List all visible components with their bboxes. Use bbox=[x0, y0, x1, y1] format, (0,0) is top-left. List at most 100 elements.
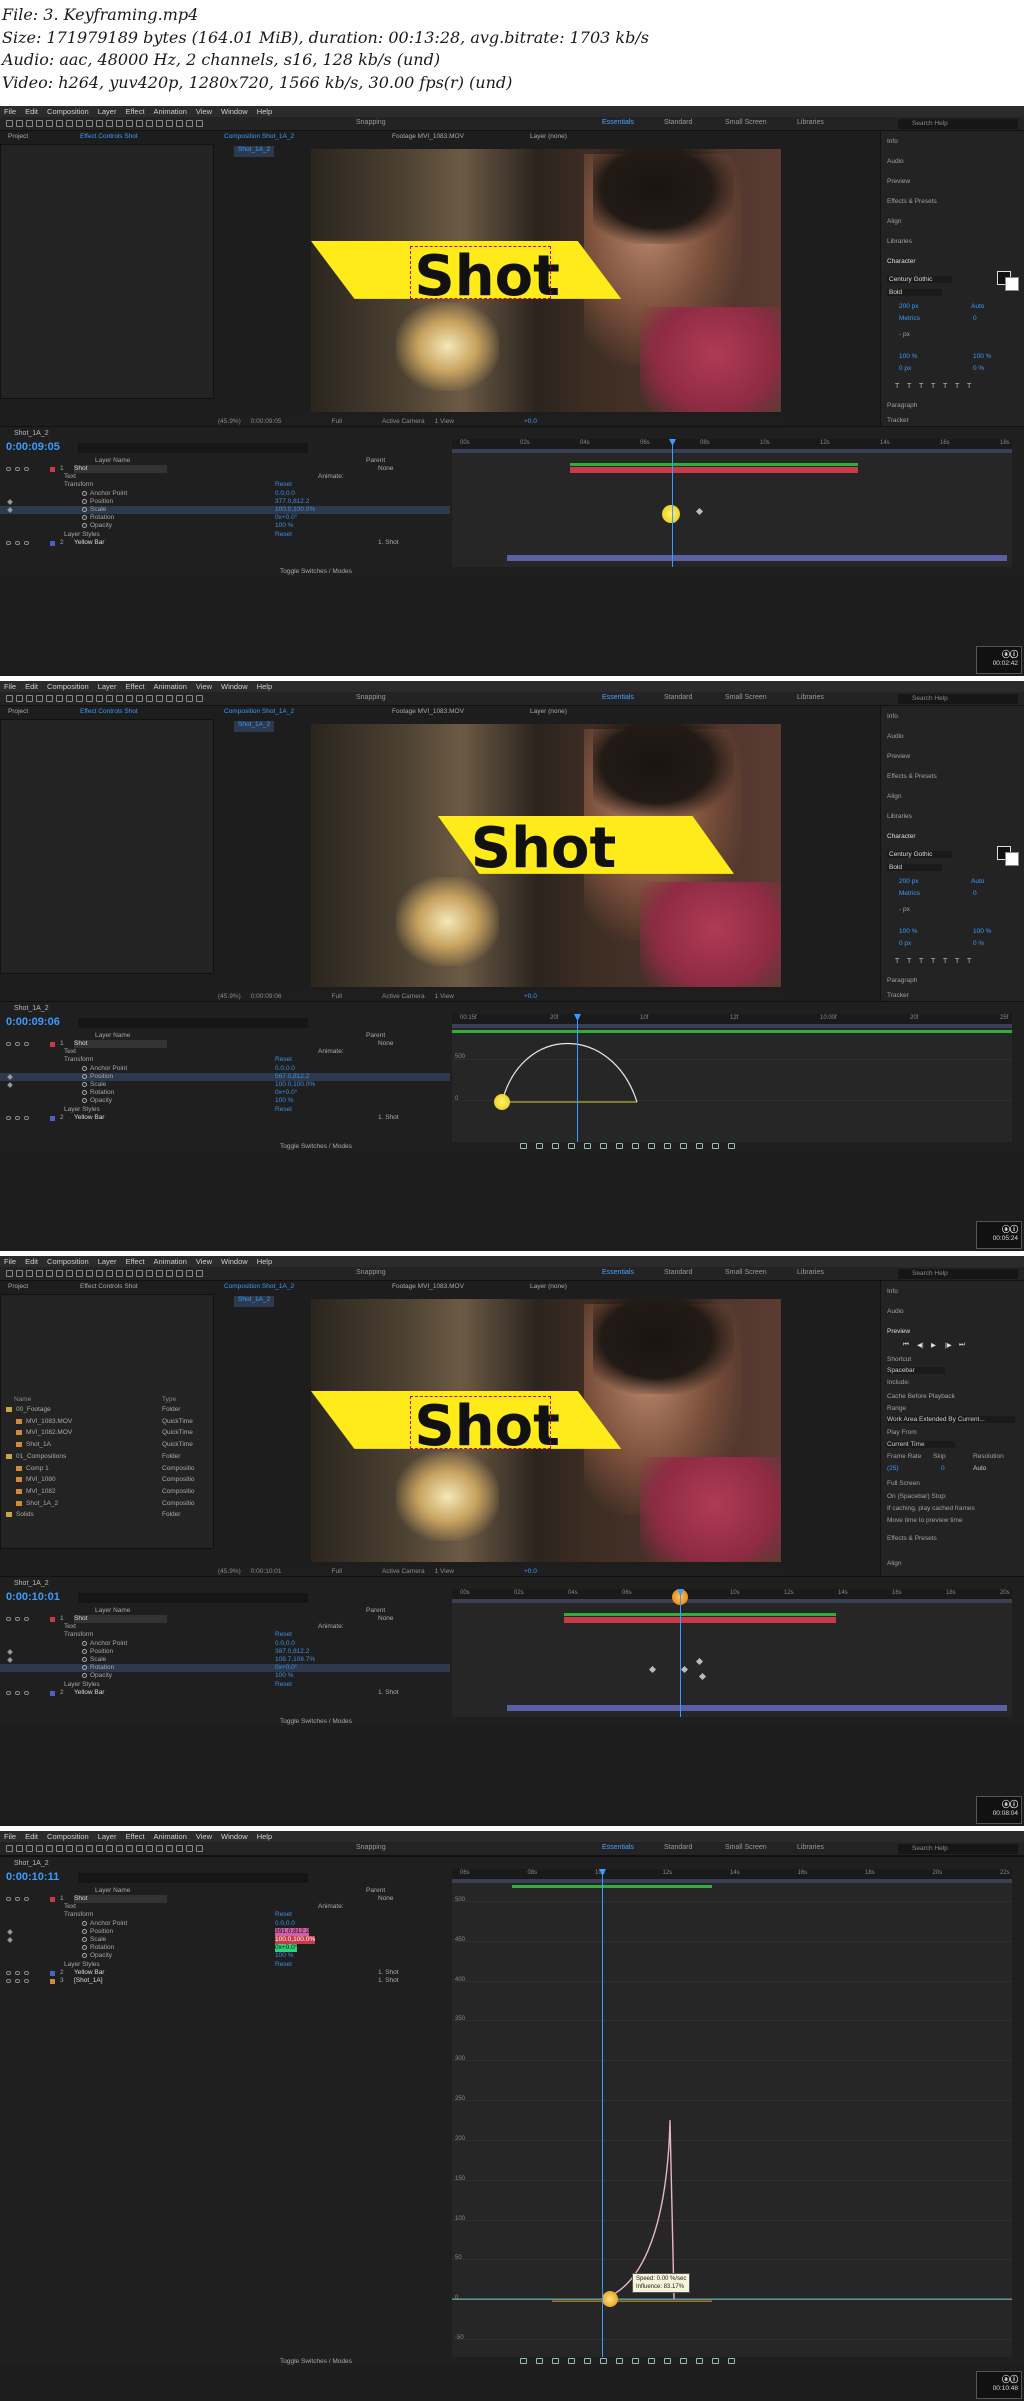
workspace-standard[interactable]: Standard bbox=[664, 119, 692, 126]
layer-label-color[interactable] bbox=[50, 1042, 55, 1047]
property-name[interactable]: Opacity bbox=[90, 1097, 112, 1105]
tool-icon[interactable] bbox=[196, 1270, 203, 1277]
tab-footage[interactable]: Footage MVI_1083.MOV bbox=[392, 708, 464, 719]
keyframe-nav-icon[interactable] bbox=[7, 1648, 13, 1655]
tool-icon[interactable] bbox=[126, 1845, 133, 1852]
menu-item[interactable]: File bbox=[4, 682, 16, 691]
tool-icon[interactable] bbox=[166, 120, 173, 127]
property-value[interactable]: 100 % bbox=[275, 1097, 293, 1105]
toggle-switches-modes[interactable]: Toggle Switches / Modes bbox=[280, 1143, 352, 1150]
tool-icon[interactable] bbox=[66, 1845, 73, 1852]
project-item-name[interactable]: Comp 1 bbox=[26, 1465, 49, 1472]
menu-item[interactable]: Composition bbox=[47, 682, 89, 691]
menu-item[interactable]: Animation bbox=[154, 1257, 187, 1266]
timeline-track-area[interactable]: 00s 02s 04s 06s 08s 10s 12s 14s 16s 18s bbox=[452, 439, 1012, 567]
preview-range-val[interactable]: Work Area Extended By Current... bbox=[887, 1416, 1015, 1423]
layer-bar-shot-green[interactable] bbox=[512, 1885, 712, 1888]
property-name[interactable]: Transform bbox=[64, 481, 93, 489]
graph-tool-icon[interactable] bbox=[568, 1143, 575, 1149]
tool-icon[interactable] bbox=[176, 695, 183, 702]
preview-if-caching[interactable]: If caching, play cached frames bbox=[887, 1505, 975, 1512]
audio-icon[interactable] bbox=[15, 1970, 20, 1975]
panel-item[interactable]: Align bbox=[887, 793, 901, 800]
tool-icon[interactable] bbox=[56, 695, 63, 702]
layer-label-color[interactable] bbox=[50, 1897, 55, 1902]
property-row[interactable]: Position 387.0,812.2 bbox=[0, 1648, 450, 1656]
layer-bar-yellow-bar[interactable] bbox=[507, 555, 1007, 561]
menu-item[interactable]: Composition bbox=[47, 1832, 89, 1841]
graph-tool-icon[interactable] bbox=[712, 2358, 719, 2364]
text-style-button[interactable]: T bbox=[943, 383, 947, 390]
property-name[interactable]: Scale bbox=[90, 1936, 106, 1944]
tool-icon[interactable] bbox=[66, 120, 73, 127]
snapping-toggle[interactable]: Snapping bbox=[356, 1269, 386, 1276]
stopwatch-icon[interactable] bbox=[82, 498, 87, 504]
paragraph-panel-title[interactable]: Paragraph bbox=[887, 977, 917, 984]
zoom-dropdown[interactable]: (45.9%) bbox=[218, 1568, 241, 1575]
time-ruler[interactable]: 00s02s04s06s08s10s12s14s16s18s20s bbox=[452, 1589, 1012, 1599]
panel-item[interactable]: Preview bbox=[887, 753, 910, 760]
eye-icon[interactable] bbox=[6, 1042, 11, 1046]
property-name[interactable]: Position bbox=[90, 498, 113, 506]
layer-name[interactable]: Shot bbox=[74, 1040, 168, 1048]
property-row[interactable]: Transform Reset bbox=[0, 1911, 450, 1919]
preview-effects[interactable]: Effects & Presets bbox=[887, 1535, 937, 1542]
stopwatch-icon[interactable] bbox=[82, 1945, 87, 1951]
tool-icon[interactable] bbox=[186, 120, 193, 127]
property-value[interactable]: Reset bbox=[275, 1631, 292, 1639]
parent-dropdown[interactable]: None bbox=[378, 1615, 394, 1623]
keyframe-nav-icon[interactable] bbox=[7, 1082, 13, 1088]
menu-item[interactable]: Animation bbox=[154, 107, 187, 116]
stroke-width-field[interactable]: - px bbox=[899, 906, 910, 913]
text-style-button[interactable]: T bbox=[919, 383, 923, 390]
audio-icon[interactable] bbox=[15, 1617, 20, 1621]
solo-icon[interactable] bbox=[24, 1042, 29, 1046]
tool-icon[interactable] bbox=[46, 1845, 53, 1852]
text-style-button[interactable]: T bbox=[943, 958, 947, 965]
property-name[interactable]: Rotation bbox=[90, 1944, 114, 1952]
leading-field[interactable]: Auto bbox=[971, 303, 984, 310]
tool-icon[interactable] bbox=[86, 1845, 93, 1852]
layer-name[interactable]: Shot bbox=[74, 1615, 168, 1623]
property-value[interactable]: Reset bbox=[275, 1961, 292, 1969]
timeline-timecode[interactable]: 0:00:10:11 bbox=[6, 1871, 59, 1883]
graph-tool-icon[interactable] bbox=[648, 1143, 655, 1149]
layer-label-color[interactable] bbox=[50, 1690, 55, 1696]
tool-icon[interactable] bbox=[126, 120, 133, 127]
property-name[interactable]: Scale bbox=[90, 506, 106, 514]
graph-tool-icon[interactable] bbox=[568, 2358, 575, 2364]
eye-icon[interactable] bbox=[6, 467, 11, 471]
tool-icon[interactable] bbox=[186, 695, 193, 702]
layer-bar-shot[interactable] bbox=[570, 467, 858, 473]
tool-icon[interactable] bbox=[6, 1845, 13, 1852]
work-area-bar[interactable] bbox=[452, 449, 1012, 453]
playhead[interactable] bbox=[602, 1869, 603, 2357]
parent-dropdown[interactable]: None bbox=[378, 465, 394, 473]
menu-item[interactable]: Layer bbox=[98, 1257, 117, 1266]
menu-item[interactable]: Edit bbox=[25, 1832, 38, 1841]
audio-panel-item[interactable]: Audio bbox=[887, 1308, 904, 1315]
comp-chip[interactable]: Shot_1A_2 bbox=[234, 1296, 275, 1307]
graph-tool-icon[interactable] bbox=[616, 2358, 623, 2364]
workspace-essentials[interactable]: Essentials bbox=[602, 694, 634, 701]
composition-viewer[interactable]: Shot bbox=[311, 1299, 781, 1562]
text-style-button[interactable]: T bbox=[955, 383, 959, 390]
menu-item[interactable]: Window bbox=[221, 1257, 248, 1266]
project-item-name[interactable]: 00_Footage bbox=[16, 1406, 51, 1413]
graph-tool-icon[interactable] bbox=[680, 1143, 687, 1149]
panel-item[interactable]: Libraries bbox=[887, 813, 912, 820]
tool-icon[interactable] bbox=[146, 695, 153, 702]
layer-bar-shot[interactable] bbox=[564, 1617, 836, 1623]
stopwatch-icon[interactable] bbox=[82, 1648, 87, 1654]
tool-icon[interactable] bbox=[156, 695, 163, 702]
graph-tool-icon[interactable] bbox=[520, 1143, 527, 1149]
resolution-value[interactable]: Auto bbox=[973, 1465, 986, 1472]
property-row[interactable]: Transform Reset bbox=[0, 481, 450, 489]
tool-icon[interactable] bbox=[46, 695, 53, 702]
tool-icon[interactable] bbox=[136, 695, 143, 702]
menu-item[interactable]: Effect bbox=[125, 1832, 144, 1841]
tool-icon[interactable] bbox=[36, 695, 43, 702]
tool-icon[interactable] bbox=[196, 120, 203, 127]
menu-item[interactable]: Layer bbox=[98, 107, 117, 116]
selected-keyframe-marker[interactable] bbox=[494, 1094, 510, 1110]
